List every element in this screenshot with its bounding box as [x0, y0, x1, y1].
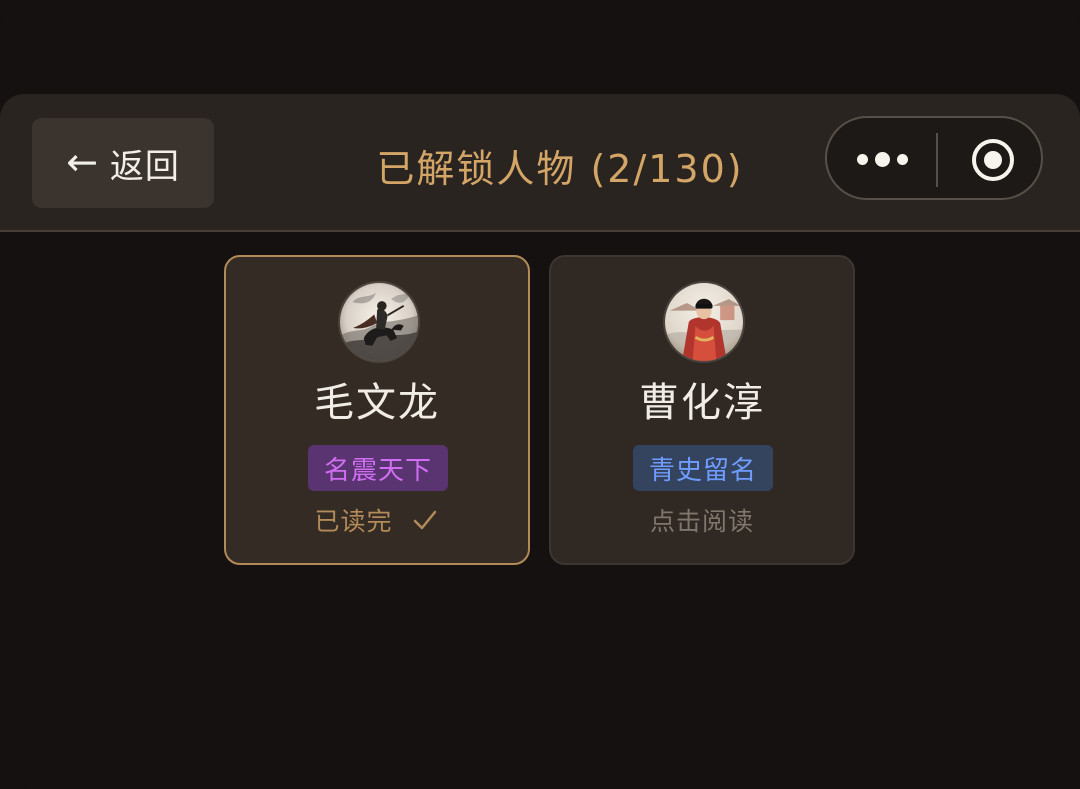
capsule-divider	[936, 133, 938, 187]
read-status: 点击阅读	[649, 507, 754, 536]
rank-badge: 青史留名	[633, 445, 773, 491]
more-button[interactable]	[847, 132, 917, 186]
mini-program-capsule	[825, 116, 1043, 200]
character-avatar	[663, 281, 745, 363]
character-name: 毛文龙	[314, 380, 440, 426]
close-target-button[interactable]	[970, 137, 1016, 183]
character-card-mao-wenlong[interactable]: 毛文龙 名震天下 已读完	[224, 255, 530, 565]
rank-badge: 名震天下	[308, 445, 448, 491]
character-unlock-screen: ← 返回 已解锁人物 (2/130) 毛文龙 名震天下 已读完 曹化淳 青史留名…	[0, 0, 1080, 789]
read-status: 已读完	[226, 505, 528, 539]
character-card-cao-huachun[interactable]: 曹化淳 青史留名 点击阅读	[549, 255, 855, 565]
official-avatar-image	[665, 283, 743, 361]
header-bar: ← 返回 已解锁人物 (2/130)	[0, 94, 1080, 232]
character-name: 曹化淳	[639, 380, 765, 426]
character-avatar	[338, 281, 420, 363]
target-icon	[972, 139, 1014, 181]
status-label: 已读完	[314, 507, 393, 536]
check-icon	[414, 510, 437, 530]
more-dots-icon	[856, 151, 908, 167]
warrior-horse-avatar-image	[340, 283, 418, 361]
